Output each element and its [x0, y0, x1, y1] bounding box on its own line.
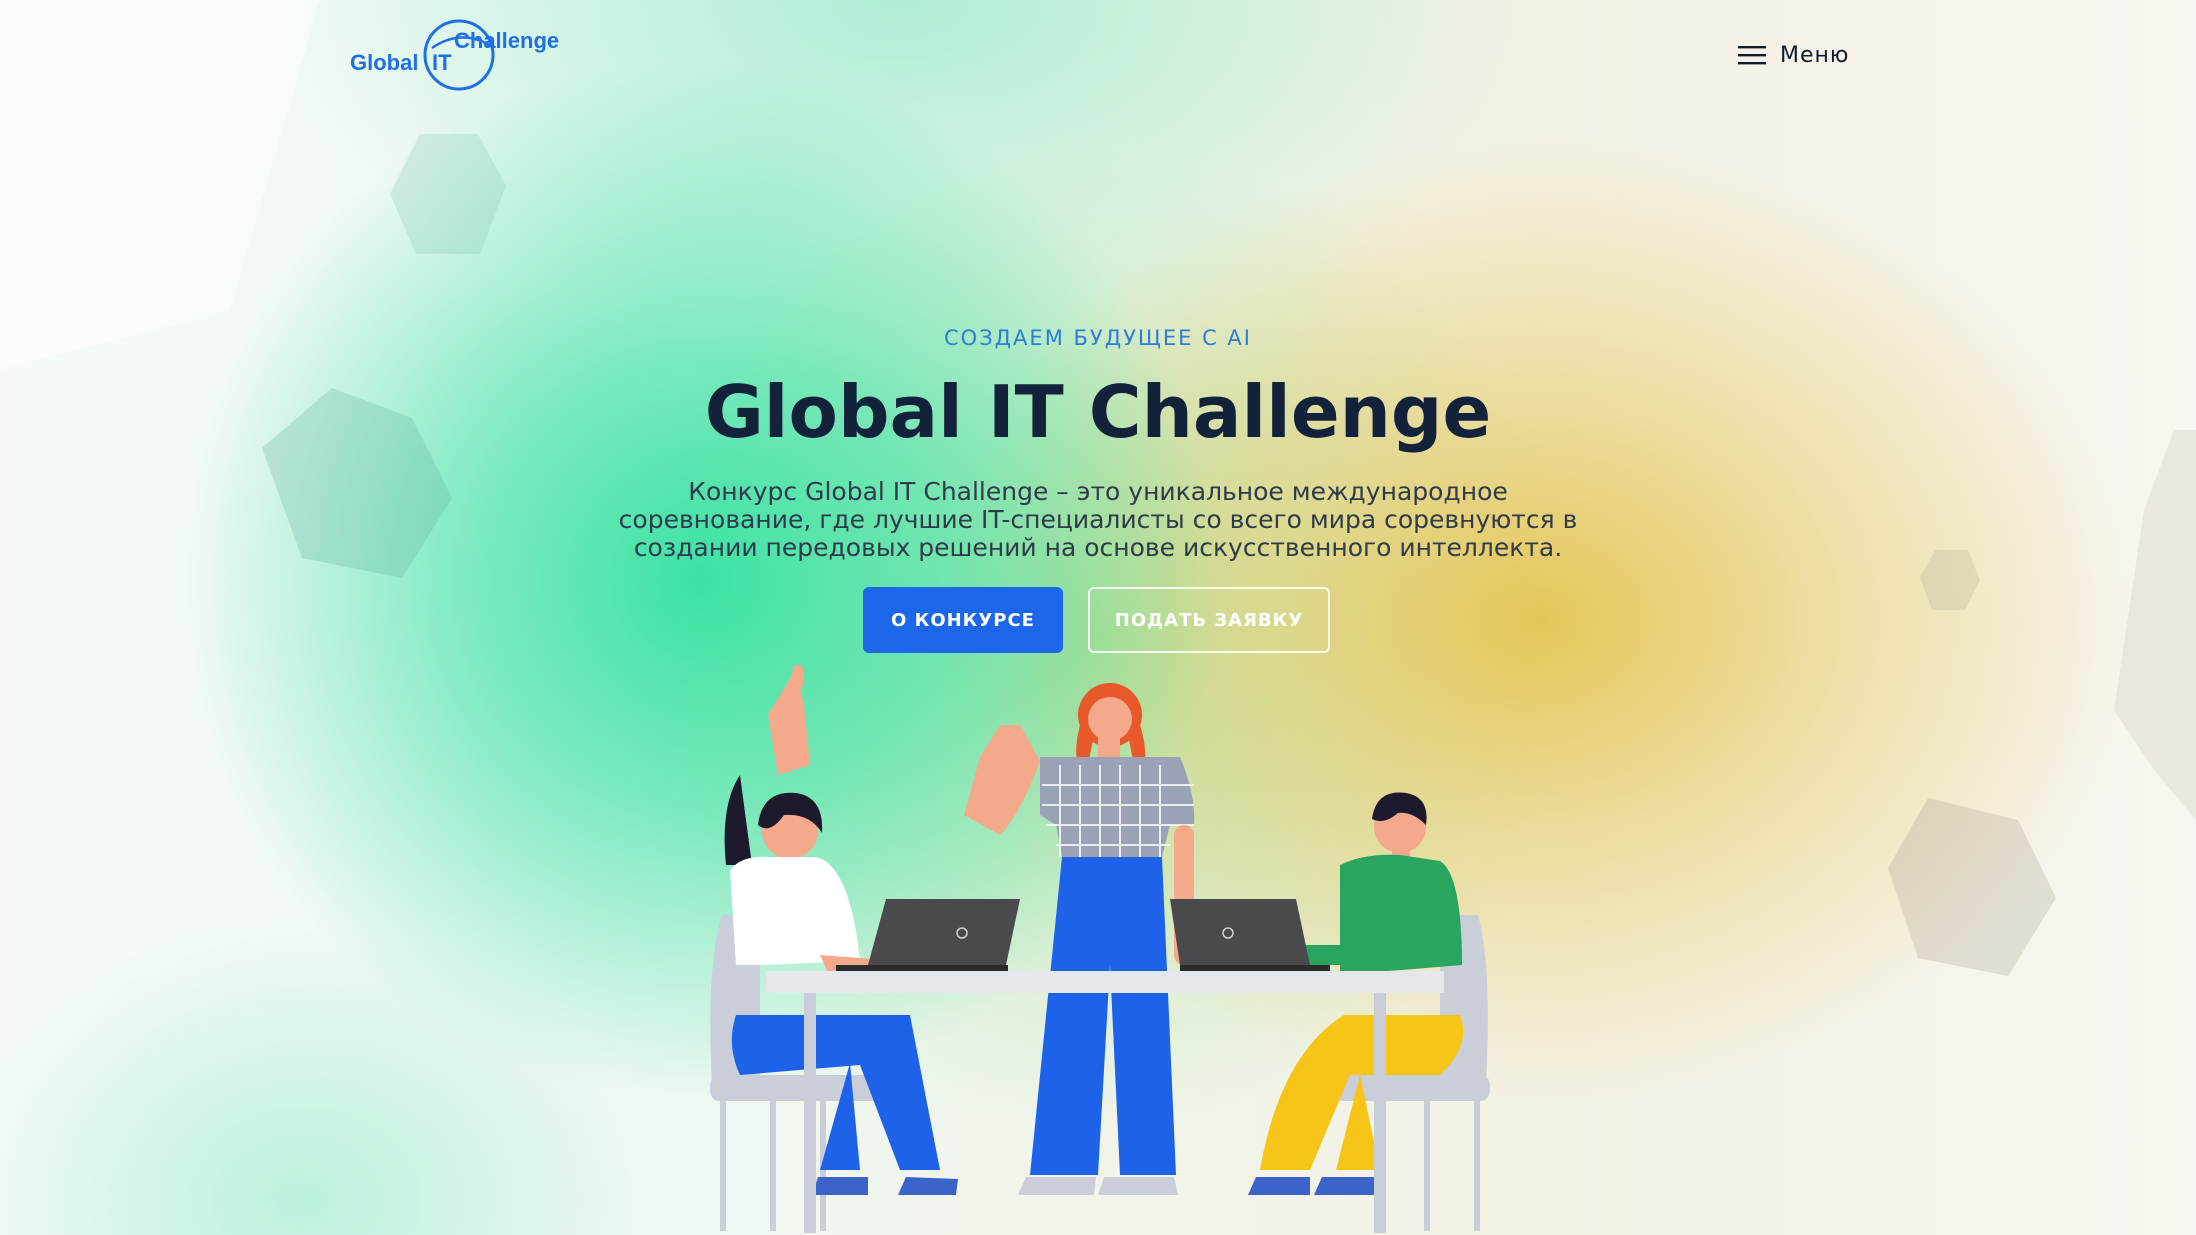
hamburger-icon [1738, 46, 1766, 65]
page-title: Global IT Challenge [704, 370, 1492, 454]
logo[interactable]: Global IT Challenge [350, 18, 566, 93]
team-illustration [710, 665, 1490, 1233]
logo-global: Global [350, 50, 419, 75]
hero-eyebrow: СОЗДАЕМ БУДУЩЕЕ С AI [944, 326, 1252, 350]
laptop-right [1170, 899, 1330, 971]
decorative-hexagon [1888, 798, 2056, 976]
right-person [1248, 792, 1464, 1195]
logo-it: IT [432, 50, 452, 75]
decorative-hexagon [390, 134, 506, 254]
about-contest-button[interactable]: О КОНКУРСЕ [863, 587, 1063, 653]
menu-button[interactable]: Меню [1738, 40, 1849, 70]
hero-description: Конкурс Global IT Challenge – это уникал… [618, 477, 1578, 562]
apply-button[interactable]: ПОДАТЬ ЗАЯВКУ [1088, 587, 1330, 653]
menu-label: Меню [1780, 42, 1850, 68]
decorative-hexagon [0, 0, 320, 370]
logo-challenge: Challenge [454, 28, 560, 53]
decorative-hexagon [2114, 430, 2196, 820]
decorative-hexagon [1920, 550, 1980, 610]
